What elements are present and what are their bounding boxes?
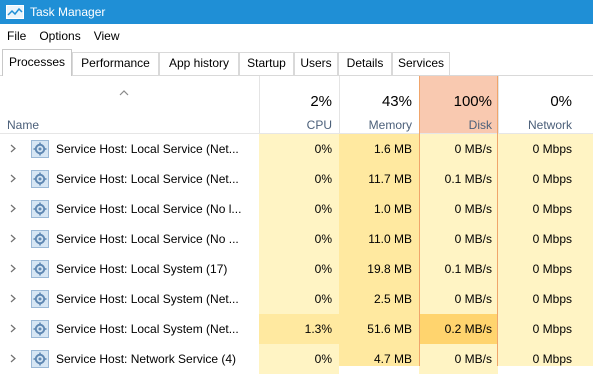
process-name: Service Host: Local Service (Net...: [56, 142, 239, 156]
expand-chevron-icon[interactable]: [10, 204, 16, 213]
process-name: Service Host: Local System (Net...: [56, 322, 239, 336]
process-row[interactable]: Service Host: Local Service (No l... 0% 1.…: [0, 194, 593, 224]
process-name: Service Host: Network Service (4): [56, 352, 237, 366]
process-row[interactable]: Service Host: Local Service (Net... 0% 1.6…: [0, 134, 593, 164]
menu-view[interactable]: View: [87, 29, 126, 43]
cpu-value: 1.3%: [304, 322, 332, 336]
disk-value: 0 MB/s: [454, 352, 492, 366]
service-gear-icon: [31, 200, 49, 218]
column-separator: [498, 76, 499, 134]
sort-up-icon[interactable]: [119, 90, 129, 96]
expand-chevron-icon[interactable]: [10, 354, 16, 363]
disk-percent: 100%: [453, 93, 492, 110]
tab-processes[interactable]: Processes: [2, 49, 72, 76]
memory-value: 1.0 MB: [373, 202, 412, 216]
service-gear-icon: [31, 230, 49, 248]
process-row[interactable]: Service Host: Local Service (Net... 0% 11.…: [0, 164, 593, 194]
network-value: 0 Mbps: [532, 202, 572, 216]
menu-options[interactable]: Options: [32, 29, 86, 43]
menu-file[interactable]: File: [0, 29, 32, 43]
cpu-value: 0%: [314, 262, 332, 276]
process-name: Service Host: Local Service (No l...: [56, 202, 242, 216]
disk-value: 0 MB/s: [454, 142, 492, 156]
expand-chevron-icon[interactable]: [10, 144, 16, 153]
process-name: Service Host: Local Service (No ...: [56, 232, 239, 246]
disk-value: 0.1 MB/s: [444, 262, 492, 276]
disk-value: 0 MB/s: [454, 202, 492, 216]
service-gear-icon: [31, 170, 49, 188]
disk-value: 0 MB/s: [454, 232, 492, 246]
cpu-value: 0%: [314, 202, 332, 216]
tab-strip: Processes Performance App history Startu…: [0, 49, 593, 76]
disk-value: 0 MB/s: [454, 292, 492, 306]
task-manager-icon: [6, 5, 24, 19]
network-value: 0 Mbps: [532, 142, 572, 156]
network-column-header[interactable]: Network: [500, 118, 572, 132]
cpu-column-header[interactable]: CPU: [262, 118, 332, 132]
tab-users[interactable]: Users: [294, 52, 338, 75]
process-name: Service Host: Local System (17): [56, 262, 228, 276]
column-separator: [339, 76, 340, 134]
network-value: 0 Mbps: [532, 232, 572, 246]
memory-percent: 43%: [381, 93, 412, 110]
process-name: Service Host: Local Service (Net...: [56, 172, 239, 186]
service-gear-icon: [31, 320, 49, 338]
column-separator: [259, 76, 260, 134]
service-gear-icon: [31, 290, 49, 308]
memory-value: 51.6 MB: [367, 322, 412, 336]
process-row[interactable]: Service Host: Local System (Net... 0% 2.5 …: [0, 284, 593, 314]
network-percent: 0%: [550, 93, 572, 110]
tab-details[interactable]: Details: [338, 52, 392, 75]
expand-chevron-icon[interactable]: [10, 324, 16, 333]
network-value: 0 Mbps: [532, 262, 572, 276]
menu-bar: File Options View: [0, 24, 593, 48]
memory-value: 1.6 MB: [373, 142, 412, 156]
tab-services[interactable]: Services: [392, 52, 450, 75]
memory-value: 11.0 MB: [368, 232, 412, 246]
window-title: Task Manager: [30, 5, 106, 19]
cpu-percent: 2%: [310, 93, 332, 110]
network-value: 0 Mbps: [532, 322, 572, 336]
name-column-header[interactable]: Name: [7, 118, 39, 132]
process-row[interactable]: Service Host: Local Service (No ... 0% 11.…: [0, 224, 593, 254]
network-value: 0 Mbps: [532, 172, 572, 186]
process-row[interactable]: Service Host: Local System (Net... 1.3% 51…: [0, 314, 593, 344]
tab-app-history[interactable]: App history: [159, 52, 239, 75]
tab-startup[interactable]: Startup: [239, 52, 294, 75]
title-bar[interactable]: Task Manager: [0, 0, 593, 24]
memory-column-header[interactable]: Memory: [342, 118, 412, 132]
cpu-value: 0%: [314, 172, 332, 186]
cpu-value: 0%: [314, 352, 332, 366]
disk-column-header[interactable]: Disk: [420, 118, 492, 132]
disk-value: 0.2 MB/s: [444, 322, 492, 336]
service-gear-icon: [31, 350, 49, 368]
disk-value: 0.1 MB/s: [444, 172, 492, 186]
expand-chevron-icon[interactable]: [10, 234, 16, 243]
cpu-value: 0%: [314, 142, 332, 156]
memory-value: 2.5 MB: [373, 292, 412, 306]
network-value: 0 Mbps: [532, 352, 572, 366]
network-value: 0 Mbps: [532, 292, 572, 306]
expand-chevron-icon[interactable]: [10, 264, 16, 273]
process-row[interactable]: Service Host: Local System (17) 0% 19.8 MB…: [0, 254, 593, 284]
expand-chevron-icon[interactable]: [10, 174, 16, 183]
service-gear-icon: [31, 260, 49, 278]
memory-value: 19.8 MB: [367, 262, 412, 276]
process-table: Name 2% CPU 43% Memory 100% Disk 0% Netw…: [0, 76, 593, 374]
service-gear-icon: [31, 140, 49, 158]
cpu-value: 0%: [314, 292, 332, 306]
memory-value: 4.7 MB: [373, 352, 412, 366]
memory-value: 11.7 MB: [368, 172, 412, 186]
process-name: Service Host: Local System (Net...: [56, 292, 239, 306]
process-row[interactable]: Service Host: Network Service (4) 0% 4.7 M…: [0, 344, 593, 374]
tab-performance[interactable]: Performance: [72, 52, 159, 75]
expand-chevron-icon[interactable]: [10, 294, 16, 303]
cpu-value: 0%: [314, 232, 332, 246]
